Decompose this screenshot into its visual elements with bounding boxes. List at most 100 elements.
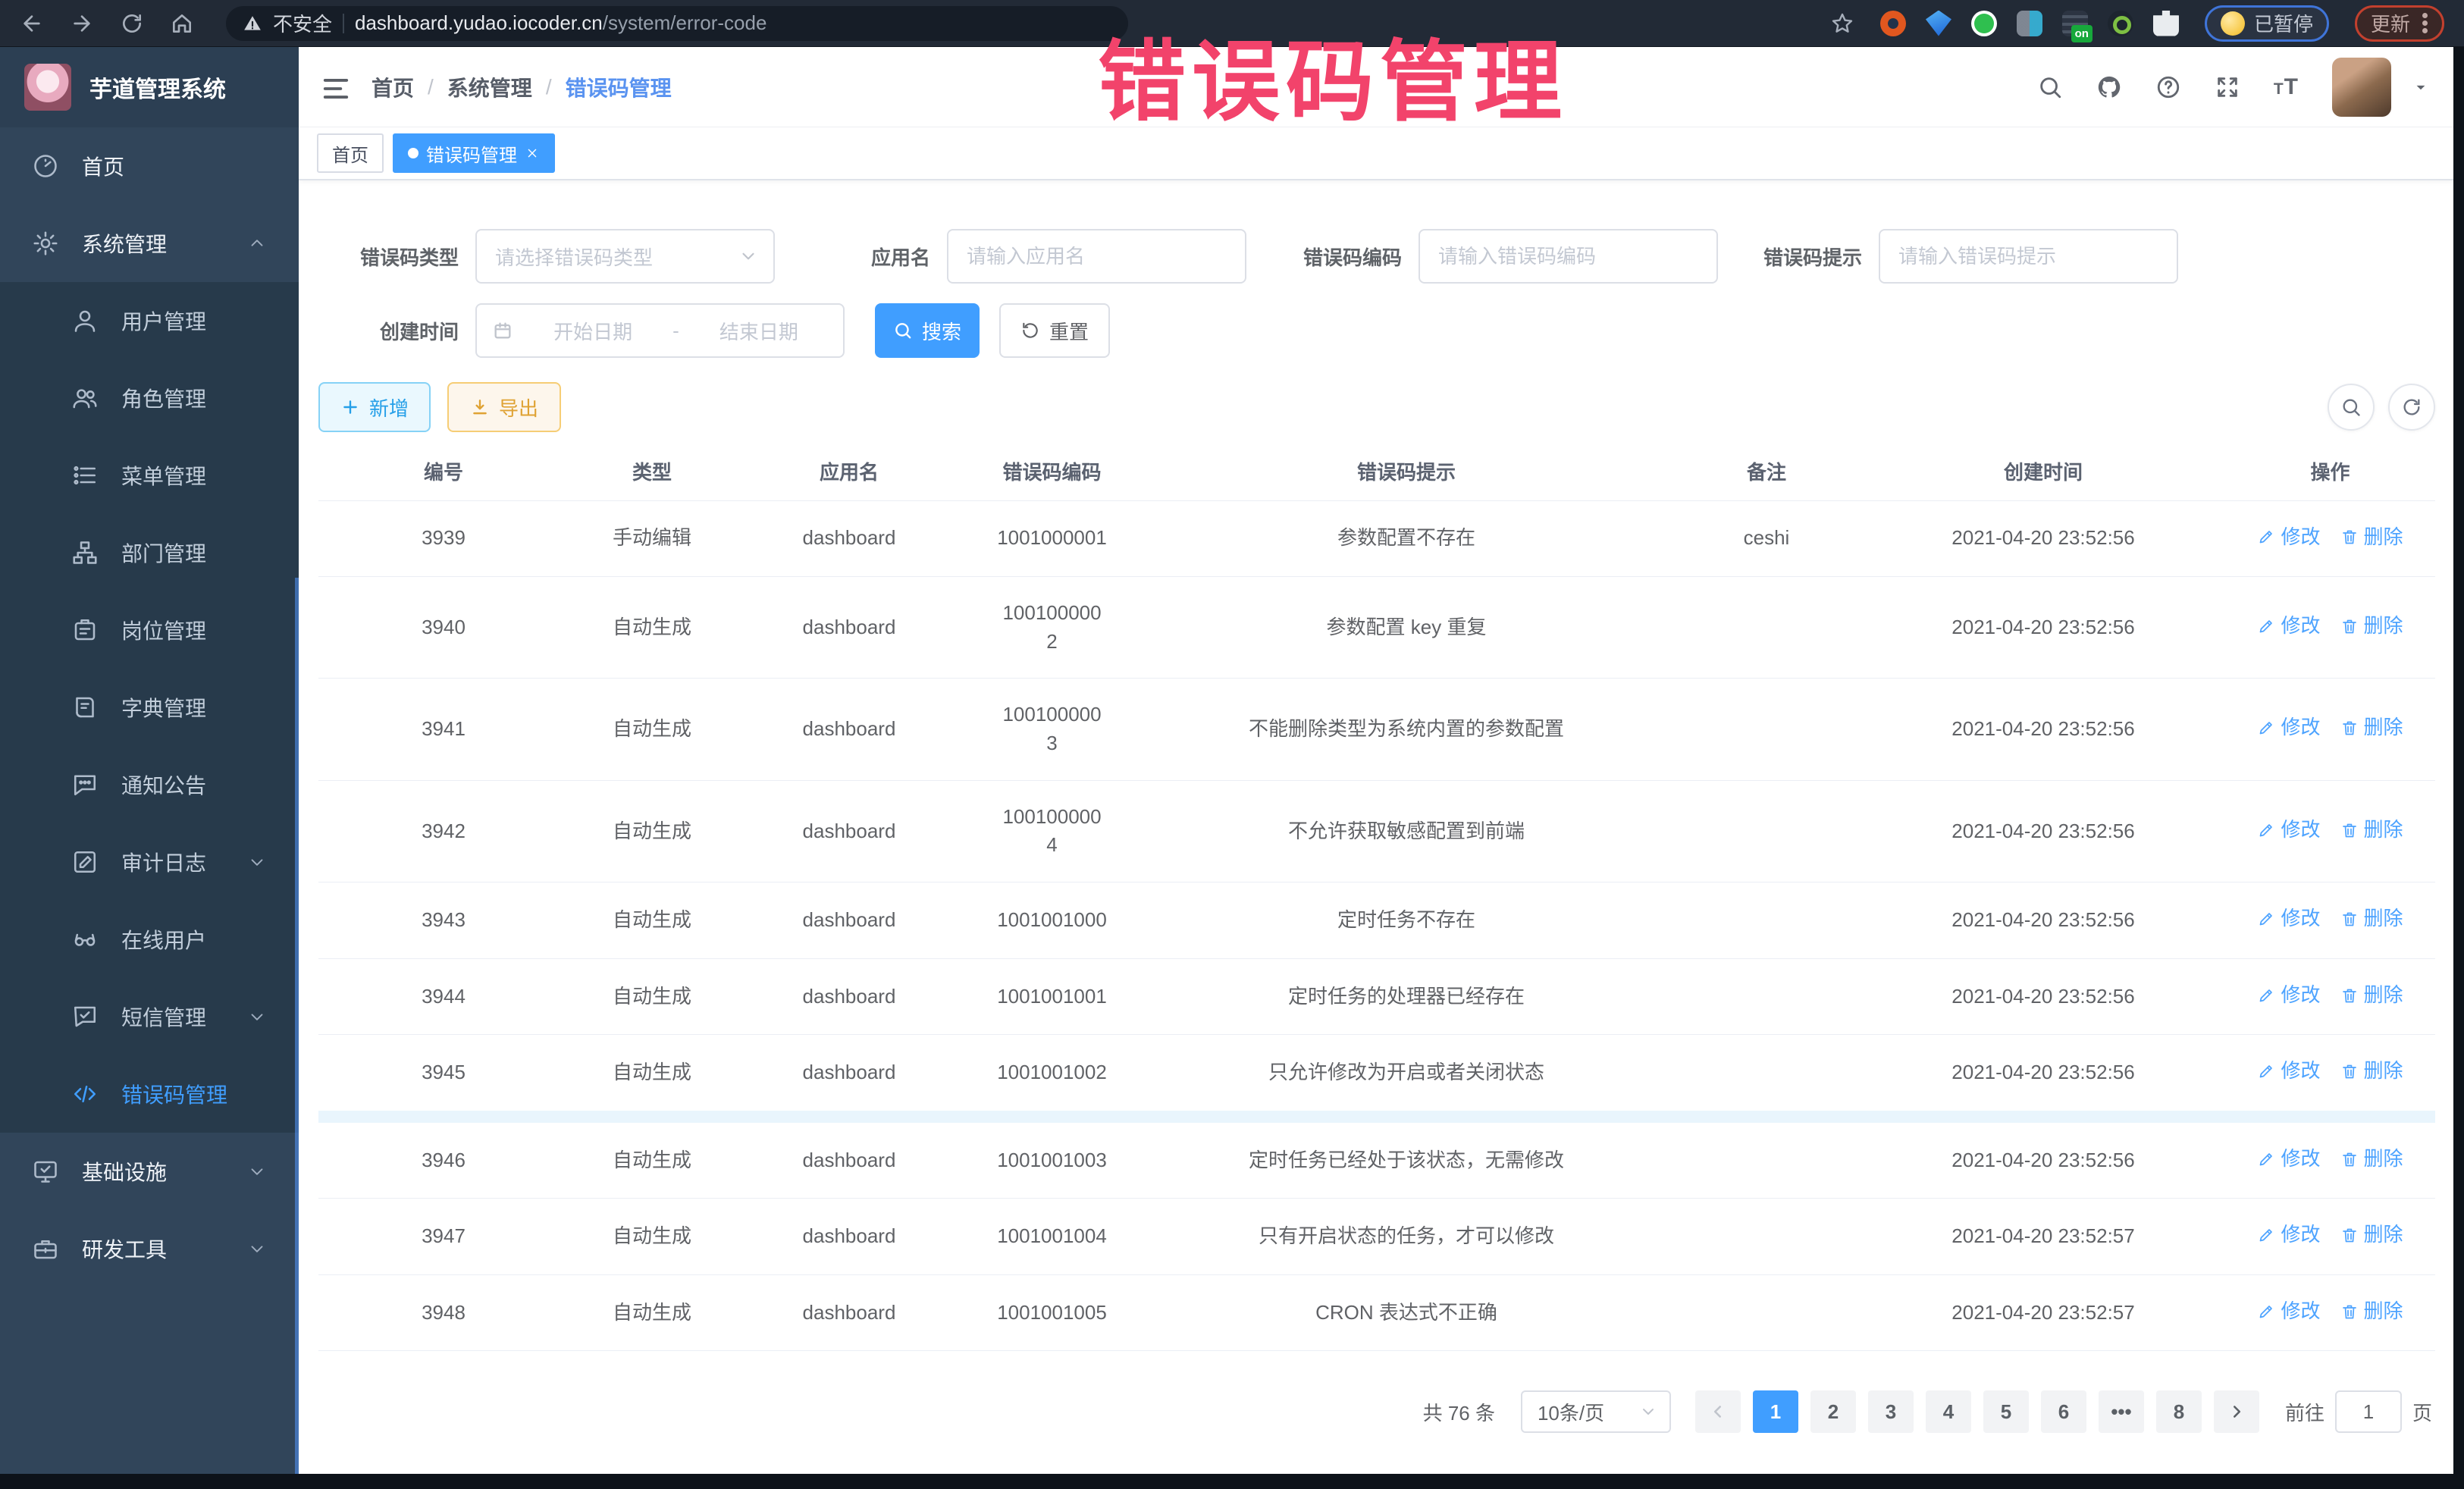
delete-link[interactable]: 删除 [2340,1145,2403,1174]
edit-link[interactable]: 修改 [2257,612,2320,641]
search-button[interactable]: 搜索 [875,303,980,358]
breadcrumb-item-1[interactable]: 系统管理 [447,72,532,102]
cell-id: 3940 [318,577,569,679]
extension-icon[interactable] [1880,11,1906,36]
browser-scrollbar[interactable] [2453,47,2464,1489]
sidebar-item-2[interactable]: 用户管理 [0,282,299,359]
extension-icon[interactable] [1926,11,1951,36]
security-label[interactable]: 不安全 [273,9,332,37]
help-icon[interactable] [2155,74,2181,100]
reset-button[interactable]: 重置 [999,303,1110,358]
tag-0[interactable]: 首页 [317,133,384,173]
delete-link[interactable]: 删除 [2340,981,2403,1010]
delete-link[interactable]: 删除 [2340,612,2403,641]
page-ellipsis[interactable]: ••• [2099,1390,2144,1433]
extensions-puzzle-icon[interactable] [2153,11,2179,36]
delete-link[interactable]: 删除 [2340,1221,2403,1249]
sidebar-item-6[interactable]: 岗位管理 [0,591,299,669]
delete-link[interactable]: 删除 [2340,1057,2403,1086]
column-header: 操作 [2225,443,2435,500]
edit-pencil-icon [2257,1302,2275,1321]
github-icon[interactable] [2096,74,2122,100]
delete-link[interactable]: 删除 [2340,904,2403,933]
edit-link[interactable]: 修改 [2257,1057,2320,1086]
add-button[interactable]: 新增 [318,382,431,432]
edit-pencil-icon [2257,910,2275,928]
error-hint-input[interactable] [1898,245,2158,268]
browser-update-button[interactable]: 更新 [2355,5,2444,42]
error-type-select[interactable]: 请选择错误码类型 [475,229,775,284]
export-button[interactable]: 导出 [447,382,561,432]
tag-1[interactable]: 错误码管理 [393,133,555,173]
breadcrumb-item-0[interactable]: 首页 [371,72,414,102]
page-button-4[interactable]: 4 [1926,1390,1971,1433]
browser-forward-icon[interactable] [70,11,94,36]
edit-link[interactable]: 修改 [2257,1145,2320,1174]
sidebar-item-12[interactable]: 错误码管理 [0,1055,299,1133]
edit-link[interactable]: 修改 [2257,1221,2320,1249]
delete-link[interactable]: 删除 [2340,523,2403,552]
toggle-search-button[interactable] [2328,384,2375,431]
url-text[interactable]: dashboard.yudao.iocoder.cn/system/error-… [355,11,766,35]
edit-link[interactable]: 修改 [2257,523,2320,552]
sidebar-item-7[interactable]: 字典管理 [0,669,299,746]
avatar-caret-down-icon[interactable] [2411,77,2431,97]
sidebar-item-3[interactable]: 角色管理 [0,359,299,437]
page-button-3[interactable]: 3 [1868,1390,1914,1433]
sidebar-item-1[interactable]: 系统管理 [0,205,299,282]
end-date-placeholder[interactable]: 结束日期 [690,317,828,345]
delete-label: 删除 [2364,1057,2403,1086]
date-range-picker[interactable]: 开始日期 - 结束日期 [475,303,845,358]
cell-message: 不能删除类型为系统内置的参数配置 [1141,679,1672,780]
sidebar-item-14[interactable]: 研发工具 [0,1210,299,1287]
edit-link[interactable]: 修改 [2257,816,2320,845]
page-button-2[interactable]: 2 [1810,1390,1856,1433]
delete-link[interactable]: 删除 [2340,713,2403,742]
hamburger-icon[interactable] [321,74,350,100]
error-code-input[interactable] [1438,245,1698,268]
page-button-1[interactable]: 1 [1753,1390,1798,1433]
sidebar-item-5[interactable]: 部门管理 [0,514,299,591]
sidebar-item-11[interactable]: 短信管理 [0,978,299,1055]
breadcrumb-item-2[interactable]: 错误码管理 [566,72,672,102]
sidebar-scrollbar[interactable] [295,578,299,1474]
fullscreen-icon[interactable] [2215,74,2240,100]
edit-link[interactable]: 修改 [2257,981,2320,1010]
address-bar[interactable]: 不安全 dashboard.yudao.iocoder.cn/system/er… [226,6,1128,41]
font-size-icon[interactable]: TT [2274,74,2299,100]
page-button-8[interactable]: 8 [2156,1390,2202,1433]
sidebar-item-0[interactable]: 首页 [0,127,299,205]
start-date-placeholder[interactable]: 开始日期 [524,317,662,345]
page-button-6[interactable]: 6 [2041,1390,2086,1433]
user-avatar[interactable] [2332,58,2391,117]
next-page-button[interactable] [2214,1390,2259,1433]
bookmark-star-icon[interactable] [1830,11,1854,36]
search-icon[interactable] [2037,74,2063,100]
edit-link[interactable]: 修改 [2257,904,2320,933]
goto-page-input[interactable] [2335,1390,2402,1433]
profile-paused-pill[interactable]: 已暂停 [2205,5,2329,42]
edit-link[interactable]: 修改 [2257,1297,2320,1326]
page-button-5[interactable]: 5 [1983,1390,2029,1433]
extension-icon[interactable] [2108,11,2133,36]
browser-menu-icon[interactable] [2422,11,2428,36]
delete-link[interactable]: 删除 [2340,816,2403,845]
sidebar-item-13[interactable]: 基础设施 [0,1133,299,1210]
sidebar-logo[interactable]: 芋道管理系统 [0,47,299,127]
page-size-select[interactable]: 10条/页 [1521,1390,1671,1433]
delete-link[interactable]: 删除 [2340,1297,2403,1326]
extension-icon[interactable]: on [2062,11,2088,36]
sidebar-item-4[interactable]: 菜单管理 [0,437,299,514]
edit-link[interactable]: 修改 [2257,713,2320,742]
extension-icon[interactable] [2017,11,2042,36]
sidebar-item-8[interactable]: 通知公告 [0,746,299,823]
sidebar-item-10[interactable]: 在线用户 [0,901,299,978]
browser-home-icon[interactable] [170,11,194,36]
refresh-table-button[interactable] [2388,384,2435,431]
extension-icon[interactable] [1971,11,1997,36]
sidebar-item-9[interactable]: 审计日志 [0,823,299,901]
app-name-input[interactable] [967,245,1227,268]
prev-page-button[interactable] [1695,1390,1741,1433]
browser-back-icon[interactable] [20,11,44,36]
browser-reload-icon[interactable] [120,11,144,36]
